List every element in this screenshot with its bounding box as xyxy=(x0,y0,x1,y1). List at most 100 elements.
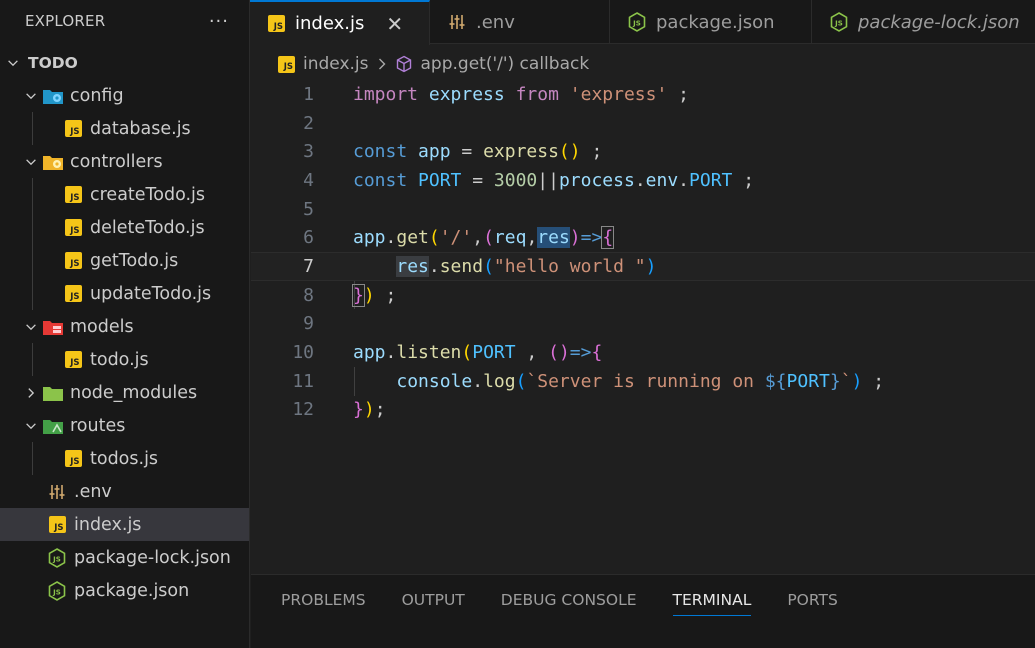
tree-file-database-js[interactable]: JS database.js xyxy=(0,112,249,145)
breadcrumb-file[interactable]: index.js xyxy=(303,54,369,74)
tab-index-js[interactable]: JS index.js ✕ xyxy=(250,0,430,45)
tab-env[interactable]: .env xyxy=(430,0,610,44)
tree-file-package-json[interactable]: JS package.json xyxy=(0,574,249,607)
settings-sliders-icon xyxy=(46,482,68,502)
tree-label: node_modules xyxy=(70,382,198,403)
tree-folder-config[interactable]: config xyxy=(0,79,249,112)
folder-node-icon xyxy=(42,383,64,403)
code-line: 4 const PORT = 3000||process.env.PORT ; xyxy=(251,166,1035,195)
line-number: 7 xyxy=(303,255,314,277)
code-line: 9 xyxy=(251,310,1035,339)
code-line: 2 xyxy=(251,109,1035,138)
tab-debug-console[interactable]: DEBUG CONSOLE xyxy=(501,591,637,616)
tree-label: package.json xyxy=(74,580,190,601)
tree-file-package-lock-json[interactable]: JS package-lock.json xyxy=(0,541,249,574)
tree-label: deleteTodo.js xyxy=(90,217,205,238)
tree-file-index-js[interactable]: JS index.js xyxy=(0,508,249,541)
tree-label: getTodo.js xyxy=(90,250,179,271)
javascript-file-icon: JS xyxy=(62,284,84,304)
code-text: }); xyxy=(353,399,386,421)
line-number: 12 xyxy=(292,399,314,421)
code-text: }) ; xyxy=(352,283,397,307)
tree-file-createtodo-js[interactable]: JS createTodo.js xyxy=(0,178,249,211)
chevron-down-icon xyxy=(20,89,42,103)
tree-file-env[interactable]: .env xyxy=(0,475,249,508)
line-number: 10 xyxy=(292,342,314,364)
svg-text:JS: JS xyxy=(632,20,641,28)
nodejs-icon: JS xyxy=(46,547,68,568)
javascript-file-icon: JS xyxy=(46,515,68,535)
chevron-down-icon xyxy=(20,320,42,334)
tab-label: package.json xyxy=(656,11,775,33)
chevron-down-icon xyxy=(20,419,42,433)
code-line: 3 const app = express() ; xyxy=(251,137,1035,166)
chevron-down-icon xyxy=(2,56,24,70)
tree-label: package-lock.json xyxy=(74,547,231,568)
tab-label: .env xyxy=(476,11,515,33)
tab-ports[interactable]: PORTS xyxy=(787,591,838,616)
folder-controllers-icon xyxy=(42,152,64,172)
settings-sliders-icon xyxy=(448,13,466,31)
javascript-file-icon: JS xyxy=(278,55,295,73)
tree-label: config xyxy=(70,85,124,106)
tree-folder-controllers[interactable]: controllers xyxy=(0,145,249,178)
tree-root-label: TODO xyxy=(28,53,78,72)
nodejs-icon: JS xyxy=(830,12,848,32)
tree-folder-node-modules[interactable]: node_modules xyxy=(0,376,249,409)
javascript-file-icon: JS xyxy=(62,251,84,271)
tree-folder-routes[interactable]: routes xyxy=(0,409,249,442)
tree-file-todo-js[interactable]: JS todo.js xyxy=(0,343,249,376)
tree-file-deletetodo-js[interactable]: JS deleteTodo.js xyxy=(0,211,249,244)
code-text: const app = express() ; xyxy=(353,141,603,163)
tab-output[interactable]: OUTPUT xyxy=(402,591,465,616)
tree-label: models xyxy=(70,316,134,337)
code-editor[interactable]: 1 import express from 'express' ; 2 3 co… xyxy=(251,80,1035,570)
code-line: 6 app.get('/',(req,res)=>{ xyxy=(251,223,1035,252)
tree-label: database.js xyxy=(90,118,191,139)
close-icon[interactable]: ✕ xyxy=(386,12,403,36)
tree-file-gettodo-js[interactable]: JS getTodo.js xyxy=(0,244,249,277)
tab-label: package-lock.json xyxy=(858,11,1020,33)
tab-terminal[interactable]: TERMINAL xyxy=(672,591,752,616)
code-text: const PORT = 3000||process.env.PORT ; xyxy=(353,169,755,191)
tab-package-lock-json[interactable]: JS package-lock.json xyxy=(812,0,1035,44)
chevron-down-icon xyxy=(20,155,42,169)
code-text: console.log(`Server is running on ${PORT… xyxy=(396,370,885,392)
line-number: 11 xyxy=(292,370,314,392)
more-actions-icon[interactable]: ··· xyxy=(209,11,229,32)
tree-file-todos-js[interactable]: JS todos.js xyxy=(0,442,249,475)
panel-tabs: PROBLEMS OUTPUT DEBUG CONSOLE TERMINAL P… xyxy=(281,591,874,616)
line-number: 9 xyxy=(303,313,314,335)
breadcrumb-symbol[interactable]: app.get('/') callback xyxy=(421,54,590,74)
explorer-sidebar: EXPLORER ··· TODO config JS database.js … xyxy=(0,0,250,648)
nodejs-icon: JS xyxy=(46,580,68,601)
code-line: 11 console.log(`Server is running on ${P… xyxy=(251,367,1035,396)
tree-file-updatetodo-js[interactable]: JS updateTodo.js xyxy=(0,277,249,310)
tree-folder-models[interactable]: models xyxy=(0,310,249,343)
tab-package-json[interactable]: JS package.json xyxy=(610,0,812,44)
code-text: app.get('/',(req,res)=>{ xyxy=(353,226,615,250)
code-line: 1 import express from 'express' ; xyxy=(251,80,1035,109)
code-text: import express from 'express' ; xyxy=(353,83,690,105)
folder-routes-icon xyxy=(42,416,64,436)
code-text: app.listen(PORT , ()=>{ xyxy=(353,342,603,364)
chevron-right-icon xyxy=(376,57,388,71)
chevron-right-icon xyxy=(20,386,42,400)
tree-label: index.js xyxy=(74,514,142,535)
javascript-file-icon: JS xyxy=(62,185,84,205)
editor-tabs: JS index.js ✕ .env JS package.json JS pa… xyxy=(250,0,1035,45)
folder-config-icon xyxy=(42,86,64,106)
explorer-header: EXPLORER ··· xyxy=(0,0,249,42)
javascript-file-icon: JS xyxy=(62,449,84,469)
code-line: 10 app.listen(PORT , ()=>{ xyxy=(251,338,1035,367)
code-line: 5 xyxy=(251,195,1035,224)
tree-label: controllers xyxy=(70,151,163,172)
tab-problems[interactable]: PROBLEMS xyxy=(281,591,366,616)
code-line: 8 }) ; xyxy=(251,281,1035,310)
tree-label: routes xyxy=(70,415,126,436)
nodejs-icon: JS xyxy=(628,12,646,32)
tree-label: todos.js xyxy=(90,448,159,469)
tree-root-todo[interactable]: TODO xyxy=(0,46,249,79)
folder-models-icon xyxy=(42,317,64,337)
javascript-file-icon: JS xyxy=(62,350,84,370)
